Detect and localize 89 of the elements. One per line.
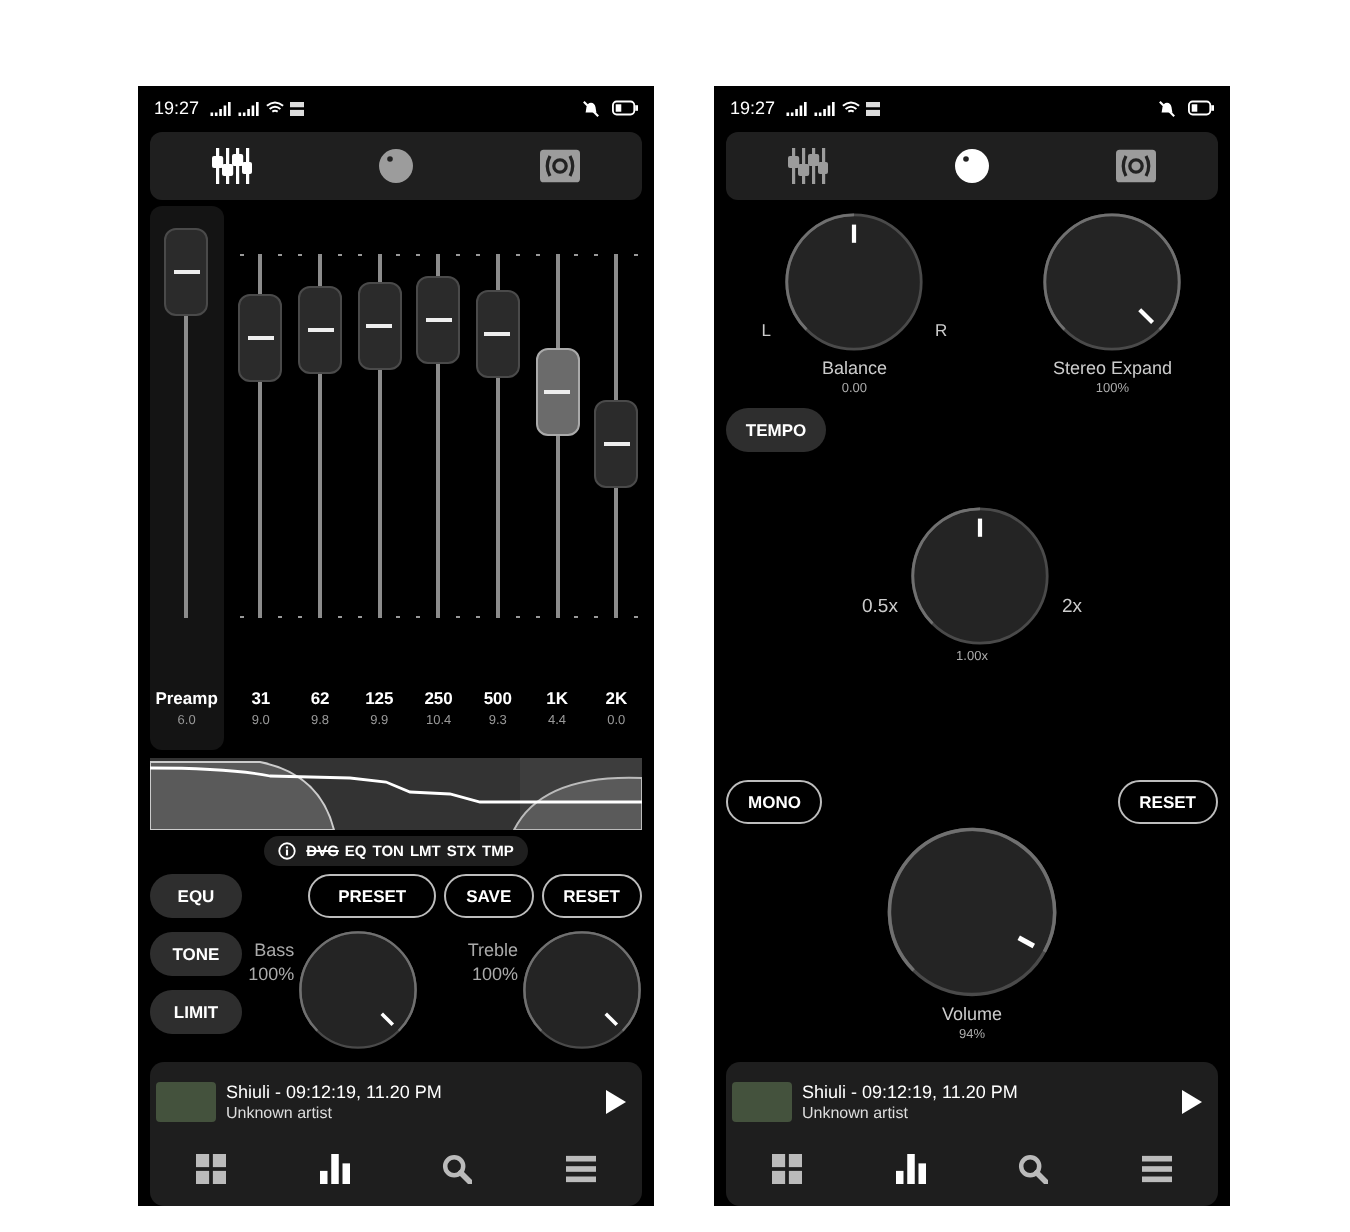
slider-handle[interactable]	[475, 290, 520, 379]
band-label: 125	[365, 688, 394, 708]
speaker-icon	[1116, 148, 1156, 184]
mute-icon	[582, 99, 600, 117]
band-label: 31	[251, 688, 271, 708]
knob[interactable]	[522, 930, 642, 1050]
knob-label: Volume	[941, 1004, 1003, 1024]
knob-min-label: L	[761, 320, 772, 340]
equalizer-nav-button[interactable]	[895, 1154, 926, 1184]
knob[interactable]	[298, 930, 419, 1050]
play-button[interactable]	[1182, 1090, 1202, 1114]
signal-icon	[813, 101, 836, 115]
library-nav-button[interactable]	[772, 1154, 803, 1184]
wifi-icon	[841, 100, 860, 116]
mute-icon	[1158, 99, 1176, 117]
play-icon	[1182, 1090, 1202, 1114]
grid-icon	[196, 1154, 227, 1184]
slider-handle[interactable]	[535, 348, 580, 437]
slider-handle[interactable]	[594, 399, 639, 488]
play-icon	[606, 1090, 626, 1114]
track-title: Shiuli - 09:12:19, 11.20 PM	[802, 1082, 1020, 1102]
action-button[interactable]: MONO	[726, 780, 823, 824]
photo-placeholder	[156, 1082, 216, 1122]
menu-icon	[1141, 1154, 1172, 1184]
knob[interactable]	[783, 212, 924, 352]
search-icon	[442, 1154, 473, 1184]
mode-button[interactable]: TONE	[150, 932, 242, 976]
knob-max-label: R	[935, 320, 948, 340]
track-artist: Unknown artist	[226, 1104, 334, 1122]
search-icon	[1018, 1154, 1049, 1184]
band-label: 500	[483, 688, 513, 708]
status-time: 19:27	[154, 98, 200, 118]
search-nav-button[interactable]	[1018, 1154, 1049, 1184]
signal-icon	[209, 101, 232, 115]
signal-icon	[785, 101, 808, 115]
mode-button[interactable]: LIMIT	[150, 990, 242, 1034]
knob-label: Balance	[821, 358, 887, 378]
band-label: 250	[424, 688, 453, 708]
action-button[interactable]: RESET	[1117, 780, 1218, 824]
action-button[interactable]: SAVE	[444, 874, 534, 918]
track-title: Shiuli - 09:12:19, 11.20 PM	[226, 1082, 444, 1102]
library-nav-button[interactable]	[196, 1154, 227, 1184]
band-label: 1K	[546, 688, 568, 708]
knob-max-label: 2x	[1061, 596, 1082, 618]
band-label: Preamp	[155, 688, 218, 708]
knob[interactable]	[1042, 212, 1183, 352]
action-button[interactable]: RESET	[541, 874, 642, 918]
equalizer-nav-button[interactable]	[319, 1154, 350, 1184]
info-icon	[278, 842, 297, 860]
signal-icon	[237, 101, 260, 115]
menu-nav-button[interactable]	[565, 1154, 596, 1184]
network-icon	[865, 101, 880, 115]
sliders-icon	[788, 148, 828, 184]
bar-chart-icon	[319, 1154, 350, 1184]
knob-label: Treble	[467, 938, 518, 962]
slider-handle[interactable]	[238, 293, 283, 382]
knob-value: 100%	[248, 962, 295, 986]
menu-nav-button[interactable]	[1141, 1154, 1172, 1184]
play-button[interactable]	[606, 1090, 626, 1114]
wifi-icon	[265, 100, 284, 116]
battery-icon	[612, 100, 638, 116]
knob-icon	[952, 148, 992, 184]
band-label: 2K	[605, 688, 628, 708]
network-icon	[289, 101, 304, 115]
sliders-icon	[212, 148, 252, 184]
knob[interactable]	[909, 506, 1050, 646]
knob-icon	[376, 148, 416, 184]
grid-icon	[772, 1154, 803, 1184]
bar-chart-icon	[895, 1154, 926, 1184]
action-button[interactable]: PRESET	[308, 874, 437, 918]
speaker-icon	[540, 148, 580, 184]
status-time: 19:27	[730, 98, 776, 118]
knob-label: Bass	[254, 938, 295, 962]
knob-min-label: 0.5x	[861, 596, 898, 618]
menu-icon	[565, 1154, 596, 1184]
battery-icon	[1188, 100, 1214, 116]
volume-knob[interactable]	[886, 826, 1058, 998]
tempo-button[interactable]: TEMPO	[726, 408, 826, 452]
band-label: 62	[310, 688, 330, 708]
track-artist: Unknown artist	[802, 1104, 910, 1122]
slider-handle[interactable]	[357, 282, 402, 371]
slider-handle[interactable]	[164, 228, 209, 317]
knob-value: 100%	[471, 962, 518, 986]
slider-handle[interactable]	[298, 286, 343, 375]
knob-label: Stereo Expand	[1052, 358, 1172, 378]
slider-handle[interactable]	[416, 275, 461, 364]
mode-button[interactable]: EQU	[150, 874, 242, 918]
photo-placeholder	[732, 1082, 792, 1122]
search-nav-button[interactable]	[442, 1154, 473, 1184]
